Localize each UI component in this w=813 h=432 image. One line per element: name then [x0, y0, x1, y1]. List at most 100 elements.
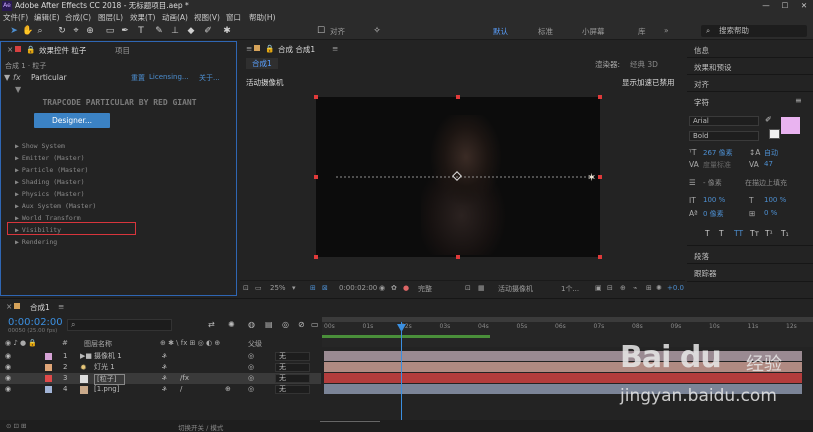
- camera-tool-icon[interactable]: ⌖: [71, 25, 81, 37]
- status-icons[interactable]: ⊙ ⊡ ⊞: [6, 422, 26, 430]
- group-particle[interactable]: ▶ Particle (Master): [15, 166, 88, 174]
- bounding-handle[interactable]: [314, 175, 318, 179]
- fx-switch-icon[interactable]: /fx: [180, 373, 189, 384]
- comp-tab-menu-icon[interactable]: ≡: [332, 44, 338, 53]
- shy-layers-icon[interactable]: ◍: [248, 320, 255, 329]
- zoom-select[interactable]: 25%: [270, 284, 286, 292]
- collapse-switch-icon[interactable]: /: [180, 384, 182, 395]
- 3d-switch-icon[interactable]: ⊕: [225, 384, 231, 395]
- panel-close-icon[interactable]: ×: [7, 45, 13, 54]
- parent-select[interactable]: 无: [275, 363, 310, 372]
- pickwhip-icon[interactable]: ◎: [248, 384, 254, 395]
- shy-switch-icon[interactable]: ቶ: [162, 362, 167, 373]
- menu-file[interactable]: 文件(F): [3, 12, 28, 23]
- horizontal-scale-value[interactable]: 100 %: [764, 196, 786, 204]
- paragraph-panel-tab[interactable]: 段落: [694, 251, 709, 262]
- composition-viewer[interactable]: ✶: [316, 97, 600, 257]
- pickwhip-icon[interactable]: ◎: [248, 373, 254, 384]
- menu-composition[interactable]: 合成(C): [65, 12, 91, 23]
- layer-row[interactable]: ◉ 4 [1.png] ቶ / ⊕ ◎ 无: [0, 384, 321, 395]
- 3d-icon[interactable]: ⊕: [620, 284, 626, 292]
- monitor-icon[interactable]: ▭: [255, 284, 262, 292]
- layer-name-header[interactable]: 图层名称: [84, 339, 112, 349]
- snapshot-icon[interactable]: ◉: [379, 284, 385, 292]
- effects-presets-panel-tab[interactable]: 效果和预设: [694, 62, 732, 73]
- parent-header[interactable]: 父级: [248, 339, 262, 349]
- leading-value[interactable]: 自动: [764, 148, 778, 158]
- timeline-close-icon[interactable]: ×: [6, 302, 12, 311]
- align-checkbox-icon[interactable]: ☐: [316, 25, 326, 37]
- current-time-display[interactable]: 0:00:02:00: [339, 284, 377, 292]
- workspace-library[interactable]: 库: [638, 26, 646, 37]
- font-size-value[interactable]: 267 像素: [703, 148, 733, 158]
- workspace-more-icon[interactable]: »: [664, 26, 669, 35]
- layout-icon[interactable]: ⊟: [607, 284, 613, 292]
- timeline-search-input[interactable]: ⌕: [67, 319, 172, 331]
- eraser-tool-icon[interactable]: ◆: [186, 25, 196, 37]
- bounding-handle[interactable]: [598, 95, 602, 99]
- type-tool-icon[interactable]: T: [136, 25, 146, 37]
- visibility-eye-icon[interactable]: ◉: [5, 373, 11, 384]
- visibility-eye-icon[interactable]: ◉: [5, 384, 11, 395]
- bounding-handle[interactable]: [456, 255, 460, 259]
- parent-select[interactable]: 无: [275, 352, 310, 361]
- renderer-value[interactable]: 经典 3D: [630, 59, 658, 70]
- roto-brush-tool-icon[interactable]: ✐: [203, 25, 213, 37]
- rotate-tool-icon[interactable]: ↻: [57, 25, 67, 37]
- close-button[interactable]: ✕: [796, 0, 812, 12]
- exposure-icon[interactable]: ✺: [656, 284, 662, 292]
- fx-badge-icon[interactable]: fx: [13, 73, 21, 82]
- transparency-grid-icon[interactable]: ▦: [478, 284, 485, 292]
- faux-bold-icon[interactable]: T: [705, 229, 710, 238]
- group-rendering[interactable]: ▶ Rendering: [15, 238, 57, 246]
- kerning-value[interactable]: 度量标准: [703, 160, 731, 170]
- bounding-handle[interactable]: [456, 95, 460, 99]
- superscript-icon[interactable]: T¹: [765, 229, 773, 238]
- layer-name[interactable]: [1.png]: [94, 384, 119, 395]
- hand-tool-icon[interactable]: ✋: [22, 25, 33, 37]
- draft-3d-icon[interactable]: ✺: [228, 320, 235, 329]
- timeline-menu-icon[interactable]: ≡: [58, 302, 64, 311]
- tracker-panel-tab[interactable]: 跟踪器: [694, 268, 717, 279]
- group-shading[interactable]: ▶ Shading (Master): [15, 178, 85, 186]
- designer-button[interactable]: Designer...: [34, 113, 110, 128]
- minimize-button[interactable]: —: [758, 0, 774, 12]
- bounding-handle[interactable]: [314, 255, 318, 259]
- pen-tool-icon[interactable]: ✒: [120, 25, 130, 37]
- menu-layer[interactable]: 图层(L): [98, 12, 123, 23]
- font-style-select[interactable]: Bold: [689, 131, 759, 141]
- group-emitter[interactable]: ▶ Emitter (Master): [15, 154, 85, 162]
- info-panel-tab[interactable]: 信息: [694, 45, 709, 56]
- about-link[interactable]: 关于...: [199, 73, 220, 83]
- menu-effect[interactable]: 效果(T): [130, 12, 155, 23]
- all-caps-icon[interactable]: TT: [734, 229, 743, 238]
- layer-row[interactable]: ◉ 1 ▶■ 摄像机 1 ቶ ◎ 无: [0, 351, 321, 362]
- pan-behind-tool-icon[interactable]: ⊕: [85, 25, 95, 37]
- tab-project[interactable]: 项目: [115, 45, 130, 56]
- layer-row-selected[interactable]: ◉ 3 [粒子] ቶ /fx ◎ 无: [0, 373, 321, 385]
- bounding-handle[interactable]: [598, 255, 602, 259]
- menu-animation[interactable]: 动画(A): [162, 12, 188, 23]
- visibility-eye-icon[interactable]: ◉: [5, 351, 11, 362]
- shy-switch-icon[interactable]: ቶ: [162, 384, 167, 395]
- vertical-scale-value[interactable]: 100 %: [703, 196, 725, 204]
- search-help-input[interactable]: ⌕ 搜索帮助: [701, 25, 807, 37]
- fill-color-swatch[interactable]: [781, 117, 800, 134]
- layer-name[interactable]: 灯光 1: [94, 362, 115, 373]
- region-icon[interactable]: ⊡: [465, 284, 471, 292]
- layer-label-swatch[interactable]: [45, 386, 52, 393]
- comp-panel-menu-icon[interactable]: ≡: [246, 44, 252, 53]
- zoom-slider[interactable]: [320, 421, 380, 428]
- layer-label-swatch[interactable]: [45, 353, 52, 360]
- workspace-small-screen[interactable]: 小屏幕: [582, 26, 605, 37]
- graph-editor-icon[interactable]: ⊘: [298, 320, 305, 329]
- visibility-eye-icon[interactable]: ◉: [5, 362, 11, 373]
- comp-lock-icon[interactable]: 🔒: [265, 44, 274, 53]
- layer-name[interactable]: 摄像机 1: [94, 351, 122, 362]
- tab-effect-controls[interactable]: 效果控件 粒子: [39, 45, 86, 56]
- parent-select[interactable]: 无: [275, 385, 310, 394]
- view-select[interactable]: 活动摄像机: [498, 284, 533, 294]
- zoom-tool-icon[interactable]: ⌕: [35, 25, 45, 37]
- fast-preview-icon[interactable]: ⌁: [633, 284, 637, 292]
- resolution-icon[interactable]: ⊞: [310, 284, 316, 292]
